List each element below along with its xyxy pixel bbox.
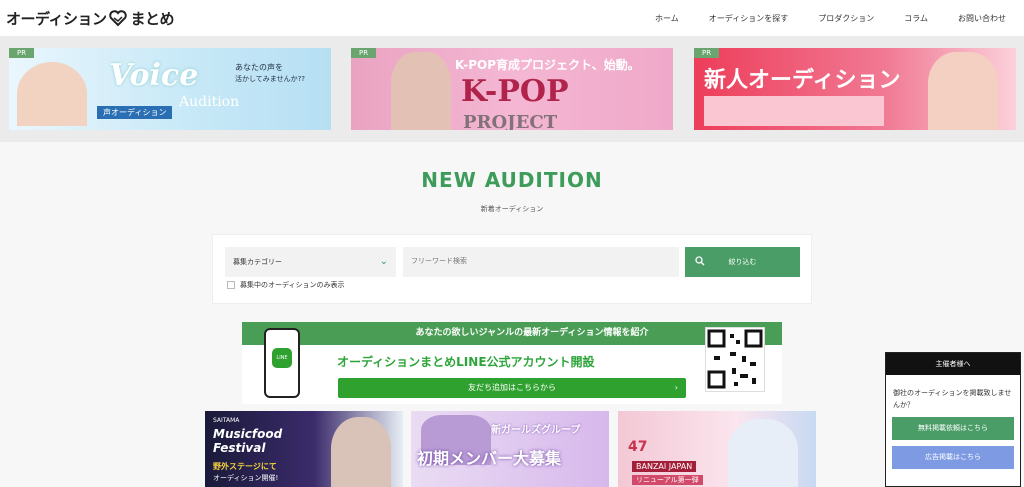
- pr-badge: PR: [694, 48, 720, 58]
- search-panel: 募集カテゴリー ⌄ 絞り込む 募集中のオーディションのみ表示: [212, 234, 812, 304]
- nav-home[interactable]: ホーム: [655, 13, 679, 24]
- line-account-banner[interactable]: あなたの欲しいジャンルの最新オーディション情報を紹介 LINE オーディションま…: [242, 322, 782, 404]
- add-friend-button[interactable]: 友だち追加はこちらから ›: [338, 378, 686, 398]
- model-photo: [331, 417, 391, 487]
- checkbox-box[interactable]: [227, 281, 235, 289]
- card-title-2: Festival: [213, 441, 266, 455]
- line-banner-top: あなたの欲しいジャンルの最新オーディション情報を紹介: [242, 322, 782, 345]
- phone-icon: LINE: [264, 328, 300, 398]
- card-sub: リニューアル第一弾: [632, 475, 703, 485]
- chevron-down-icon: ⌄: [379, 256, 388, 267]
- free-listing-button[interactable]: 無料掲載依頼はこちら: [892, 417, 1014, 440]
- logo-text-2: まとめ: [130, 9, 174, 28]
- add-friend-label: 友だち追加はこちらから: [468, 383, 556, 392]
- kpop-tagline: K-POP育成プロジェクト、始動。: [455, 58, 640, 72]
- newcomer-title: 新人オーディション: [704, 68, 901, 93]
- audition-card[interactable]: 47 BANZAI JAPAN リニューアル第一弾: [618, 411, 816, 487]
- site-header: オーディション まとめ ホーム オーディションを探す プロダクション コラム お…: [0, 0, 1024, 36]
- card-sub-2: オーディション開催!: [213, 474, 279, 482]
- audition-card[interactable]: SAITAMA Musicfood Festival 野外ステージにて オーディ…: [205, 411, 403, 487]
- card-label: SAITAMA: [213, 417, 240, 424]
- card-title: 新ガールズグループ: [491, 425, 581, 436]
- card-label: 47: [628, 439, 648, 455]
- section-title: NEW AUDITION: [421, 168, 603, 192]
- organizer-panel: 主催者様へ 御社のオーディションを掲載致しませんか？ 無料掲載依頼はこちら 広告…: [885, 352, 1021, 487]
- nav-search-audition[interactable]: オーディションを探す: [709, 13, 788, 24]
- card-title: Musicfood: [213, 427, 283, 441]
- free-word-search-input[interactable]: [403, 247, 679, 277]
- pr-badge: PR: [351, 48, 377, 58]
- character-illustration: [728, 419, 798, 487]
- tagline-1: あなたの声を: [235, 63, 283, 72]
- member-photos: [704, 96, 884, 126]
- card-title-2: 初期メンバー大募集: [417, 449, 562, 468]
- banner-voice-audition[interactable]: PR Voice Audition あなたの声を 活かしてみませんか?? 声オー…: [9, 48, 331, 130]
- filter-button[interactable]: 絞り込む: [685, 247, 800, 277]
- banner-strip: PR Voice Audition あなたの声を 活かしてみませんか?? 声オー…: [0, 36, 1024, 142]
- organizer-panel-text: 御社のオーディションを掲載致しませんか？: [893, 389, 1012, 409]
- pr-badge: PR: [9, 48, 35, 58]
- ad-listing-button[interactable]: 広告掲載はこちら: [892, 446, 1014, 469]
- project-title: PROJECT: [463, 112, 558, 130]
- search-icon: [695, 247, 705, 277]
- model-photo: [928, 52, 998, 130]
- category-select[interactable]: 募集カテゴリー ⌄: [225, 247, 396, 277]
- main-nav: ホーム オーディションを探す プロダクション コラム お問い合わせ: [625, 0, 1006, 36]
- chevron-right-icon: ›: [674, 383, 678, 392]
- filter-button-label: 絞り込む: [728, 258, 757, 266]
- banner-kpop-project[interactable]: PR K-POP育成プロジェクト、始動。 K-POP PROJECT: [351, 48, 673, 130]
- kpop-title: K-POP: [461, 74, 569, 109]
- nav-production[interactable]: プロダクション: [818, 13, 874, 24]
- qr-code-icon: [705, 327, 765, 392]
- open-only-checkbox[interactable]: 募集中のオーディションのみ表示: [227, 280, 345, 290]
- card-sub: 野外ステージにて: [213, 462, 277, 471]
- heart-icon: [108, 8, 128, 28]
- audition-card[interactable]: 新ガールズグループ 初期メンバー大募集: [411, 411, 609, 487]
- model-photo: [391, 52, 451, 130]
- section-subtitle: 新着オーディション: [480, 205, 544, 213]
- category-select-value: 募集カテゴリー: [233, 258, 282, 266]
- tagline-2: 活かしてみませんか??: [235, 75, 306, 83]
- site-logo[interactable]: オーディション まとめ: [6, 6, 174, 30]
- voice-title: Voice: [109, 58, 199, 93]
- logo-text-1: オーディション: [6, 9, 107, 28]
- nav-column[interactable]: コラム: [904, 13, 928, 24]
- audition-cards: SAITAMA Musicfood Festival 野外ステージにて オーディ…: [205, 411, 819, 487]
- card-title: BANZAI JAPAN: [632, 461, 697, 472]
- line-app-icon: LINE: [272, 348, 292, 368]
- line-banner-main: オーディションまとめLINE公式アカウント開設: [337, 355, 595, 369]
- audition-label: Audition: [179, 94, 240, 110]
- checkbox-label: 募集中のオーディションのみ表示: [240, 281, 345, 289]
- model-photo: [17, 62, 87, 126]
- nav-contact[interactable]: お問い合わせ: [958, 13, 1006, 24]
- organizer-panel-heading: 主催者様へ: [886, 353, 1020, 375]
- voice-audition-ribbon: 声オーディション: [97, 106, 173, 119]
- banner-newcomer-audition[interactable]: PR 新人オーディション: [694, 48, 1016, 130]
